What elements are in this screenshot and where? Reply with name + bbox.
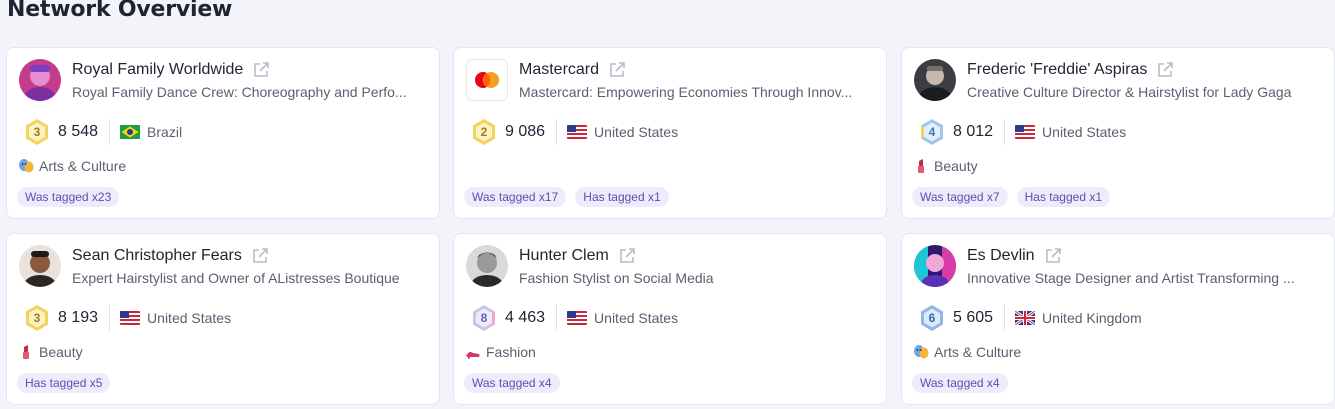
tag-list: Was tagged x23 bbox=[17, 187, 128, 207]
profile-name[interactable]: Frederic 'Freddie' Aspiras bbox=[967, 61, 1147, 79]
external-link-icon[interactable] bbox=[608, 61, 626, 79]
profile-name[interactable]: Mastercard bbox=[519, 61, 599, 79]
profile-description: Mastercard: Empowering Economies Through… bbox=[519, 84, 853, 100]
follower-count: 4 463 bbox=[505, 305, 558, 331]
category: Arts & Culture bbox=[18, 158, 126, 174]
profile-card[interactable]: Royal Family Worldwide Royal Family Danc… bbox=[6, 47, 440, 219]
level-badge: 4 bbox=[918, 118, 946, 146]
follower-count: 8 012 bbox=[953, 119, 1006, 145]
profile-name[interactable]: Royal Family Worldwide bbox=[72, 61, 243, 79]
tag-list: Has tagged x5 bbox=[17, 373, 119, 393]
follower-count: 9 086 bbox=[505, 119, 558, 145]
tag-badge[interactable]: Was tagged x4 bbox=[912, 373, 1008, 393]
country-label: United Kingdom bbox=[1042, 310, 1142, 326]
tag-list: Was tagged x4 bbox=[464, 373, 569, 393]
external-link-icon[interactable] bbox=[1044, 247, 1062, 265]
follower-count: 5 605 bbox=[953, 305, 1006, 331]
lipstick-icon bbox=[913, 158, 929, 174]
category-label: Arts & Culture bbox=[39, 158, 127, 174]
profile-description: Creative Culture Director & Hairstylist … bbox=[967, 84, 1292, 100]
level-badge: 6 bbox=[918, 304, 946, 332]
external-link-icon[interactable] bbox=[1156, 61, 1174, 79]
avatar[interactable] bbox=[914, 245, 956, 287]
tag-badge[interactable]: Was tagged x23 bbox=[17, 187, 120, 207]
external-link-icon[interactable] bbox=[618, 247, 636, 265]
profile-description: Expert Hairstylist and Owner of AListres… bbox=[72, 270, 400, 286]
profile-name[interactable]: Es Devlin bbox=[967, 247, 1035, 265]
profile-name[interactable]: Sean Christopher Fears bbox=[72, 247, 242, 265]
category-label: Beauty bbox=[934, 158, 978, 174]
lipstick-icon bbox=[18, 344, 34, 360]
profile-stats: 3 8 193 United States bbox=[23, 305, 231, 331]
profile-stats: 6 5 605 United Kingdom bbox=[918, 305, 1142, 331]
category: Arts & Culture bbox=[913, 344, 1021, 360]
page-title: Network Overview bbox=[7, 0, 233, 22]
category: Beauty bbox=[18, 344, 83, 360]
theater-masks-icon bbox=[913, 344, 929, 360]
profile-card[interactable]: Frederic 'Freddie' Aspiras Creative Cult… bbox=[901, 47, 1335, 219]
tag-badge[interactable]: Has tagged x5 bbox=[17, 373, 111, 393]
country-label: United States bbox=[594, 310, 679, 326]
us-flag-icon bbox=[567, 125, 588, 139]
profile-name[interactable]: Hunter Clem bbox=[519, 247, 609, 265]
tag-badge[interactable]: Was tagged x4 bbox=[464, 373, 560, 393]
country-label: Brazil bbox=[147, 124, 183, 140]
level-badge: 8 bbox=[470, 304, 498, 332]
category-label: Beauty bbox=[39, 344, 83, 360]
profile-card[interactable]: Sean Christopher Fears Expert Hairstylis… bbox=[6, 233, 440, 405]
profile-stats: 8 4 463 United States bbox=[470, 305, 678, 331]
high-heel-icon bbox=[465, 344, 481, 360]
tag-list: Was tagged x7 Has tagged x1 bbox=[912, 187, 1119, 207]
level-badge: 3 bbox=[23, 118, 51, 146]
theater-masks-icon bbox=[18, 158, 34, 174]
category-label: Arts & Culture bbox=[934, 344, 1022, 360]
us-flag-icon bbox=[1015, 125, 1036, 139]
category: Fashion bbox=[465, 344, 536, 360]
tag-badge[interactable]: Was tagged x7 bbox=[912, 187, 1008, 207]
us-flag-icon bbox=[567, 311, 588, 325]
avatar[interactable] bbox=[466, 245, 508, 287]
country-label: United States bbox=[1042, 124, 1127, 140]
profile-description: Royal Family Dance Crew: Choreography an… bbox=[72, 84, 407, 100]
us-flag-icon bbox=[120, 311, 141, 325]
follower-count: 8 548 bbox=[58, 119, 111, 145]
avatar[interactable] bbox=[914, 59, 956, 101]
tag-badge[interactable]: Has tagged x1 bbox=[575, 187, 669, 207]
profile-stats: 3 8 548 Brazil bbox=[23, 119, 182, 145]
tag-list: Was tagged x17 Has tagged x1 bbox=[464, 187, 678, 207]
profile-stats: 2 9 086 United States bbox=[470, 119, 678, 145]
tag-badge[interactable]: Was tagged x17 bbox=[464, 187, 567, 207]
country-label: United States bbox=[594, 124, 679, 140]
external-link-icon[interactable] bbox=[252, 61, 270, 79]
country-label: United States bbox=[147, 310, 232, 326]
avatar[interactable] bbox=[19, 59, 61, 101]
profile-card[interactable]: Mastercard Mastercard: Empowering Econom… bbox=[453, 47, 887, 219]
level-badge: 3 bbox=[23, 304, 51, 332]
follower-count: 8 193 bbox=[58, 305, 111, 331]
profile-description: Fashion Stylist on Social Media bbox=[519, 270, 714, 286]
tag-badge[interactable]: Has tagged x1 bbox=[1016, 187, 1110, 207]
profile-card[interactable]: Hunter Clem Fashion Stylist on Social Me… bbox=[453, 233, 887, 405]
level-badge: 2 bbox=[470, 118, 498, 146]
external-link-icon[interactable] bbox=[251, 247, 269, 265]
profile-card[interactable]: Es Devlin Innovative Stage Designer and … bbox=[901, 233, 1335, 405]
category-label: Fashion bbox=[486, 344, 536, 360]
brazil-flag-icon bbox=[120, 125, 141, 139]
avatar[interactable] bbox=[19, 245, 61, 287]
mastercard-logo[interactable] bbox=[466, 59, 508, 101]
tag-list: Was tagged x4 bbox=[912, 373, 1017, 393]
uk-flag-icon bbox=[1015, 311, 1036, 325]
profile-description: Innovative Stage Designer and Artist Tra… bbox=[967, 270, 1295, 286]
category: Beauty bbox=[913, 158, 978, 174]
profile-stats: 4 8 012 United States bbox=[918, 119, 1126, 145]
